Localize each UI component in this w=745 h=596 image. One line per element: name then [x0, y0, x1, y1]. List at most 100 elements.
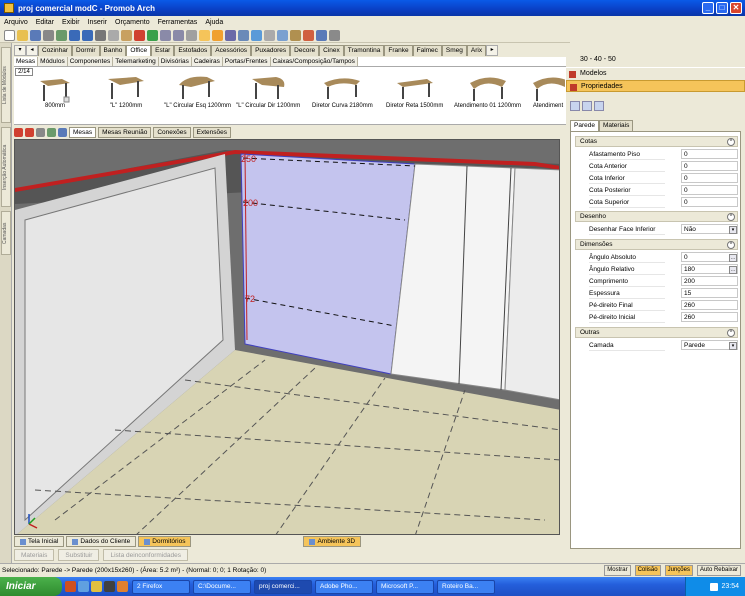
view-icon[interactable]: [238, 29, 249, 41]
tab-dormitorios[interactable]: Dormitórios: [138, 536, 192, 547]
table-icon[interactable]: [160, 29, 171, 41]
catalog-item[interactable]: Diretor Reta 1500mm: [386, 73, 443, 109]
colisao-toggle[interactable]: Colisão: [634, 565, 661, 576]
tab-estofados[interactable]: Estofados: [174, 45, 212, 56]
firefox-quicklaunch-icon[interactable]: [65, 581, 76, 592]
catalog-pager[interactable]: 2/14: [15, 68, 33, 76]
chevron-down-icon[interactable]: ▾: [729, 342, 737, 350]
catalog-item[interactable]: Atendiment: [530, 73, 566, 109]
tab-banho[interactable]: Banho: [99, 45, 127, 56]
taskbar-item-roteiro[interactable]: Roteiro Ba...: [437, 579, 495, 594]
catalog-item[interactable]: Atendimento 01 1200mm: [454, 73, 521, 109]
taskbar-item-powerpoint[interactable]: Microsoft P...: [376, 579, 434, 594]
render-icon[interactable]: [56, 29, 67, 41]
tab-tela-inicial[interactable]: Tela Inicial: [14, 536, 65, 547]
tab-camadas[interactable]: Camadas: [1, 211, 11, 255]
undo-icon[interactable]: [69, 29, 80, 41]
tab-lista-de-modulos[interactable]: Lista de Módulos: [1, 47, 11, 123]
grid-icon[interactable]: [173, 29, 184, 41]
close-button[interactable]: ✕: [730, 2, 742, 14]
tab-puxadores[interactable]: Puxadores: [251, 45, 291, 56]
start-button[interactable]: Iniciar: [0, 577, 62, 596]
subtab-componentes[interactable]: Componentes: [67, 57, 114, 66]
list-view-icon[interactable]: [582, 101, 592, 111]
materiais-button[interactable]: Materiais: [14, 549, 55, 561]
catalog-item[interactable]: Diretor Curva 2180mm: [312, 73, 373, 109]
catalog-item[interactable]: "L" 1200mm: [106, 73, 146, 109]
group-desenho[interactable]: Desenho ^: [575, 211, 738, 222]
tab-tramontina[interactable]: Tramontina: [343, 45, 385, 56]
collapse-icon[interactable]: ^: [727, 241, 735, 249]
light-icon[interactable]: [316, 29, 327, 41]
ie-quicklaunch-icon[interactable]: [78, 581, 89, 592]
subtab-modulos[interactable]: Módulos: [38, 57, 68, 66]
taskbar-item-explorer[interactable]: C:\Docume...: [193, 579, 251, 594]
ellipsis-icon[interactable]: …: [729, 266, 737, 274]
tab-mesas-reuniao[interactable]: Mesas Reunião: [98, 126, 152, 138]
group-dimensoes[interactable]: Dimensões ^: [575, 239, 738, 250]
tab-dormir[interactable]: Dormir: [72, 45, 100, 56]
tab-office[interactable]: Office: [126, 45, 152, 56]
maximize-button[interactable]: □: [716, 2, 728, 14]
settings-icon[interactable]: [329, 29, 340, 41]
tab-materiais[interactable]: Materiais: [598, 120, 634, 131]
new-file-icon[interactable]: [4, 29, 15, 41]
subtab-telemarketing[interactable]: Telemarketing: [113, 57, 159, 66]
catalog-item[interactable]: "L" Circular Esq 1200mm: [164, 73, 231, 109]
page-view-icon[interactable]: [594, 101, 604, 111]
propriedades-panel-button[interactable]: Propriedades: [566, 80, 745, 92]
group-cotas[interactable]: Cotas ^: [575, 136, 738, 147]
text-icon[interactable]: [212, 29, 223, 41]
taskbar-item-promob[interactable]: proj comerci...: [254, 579, 312, 594]
search-icon[interactable]: [58, 127, 67, 137]
save-icon[interactable]: [30, 29, 41, 41]
media-quicklaunch-icon[interactable]: [104, 581, 115, 592]
folder-quicklaunch-icon[interactable]: [91, 581, 102, 592]
collapse-icon[interactable]: ^: [727, 138, 735, 146]
orbit-icon[interactable]: [277, 29, 288, 41]
paste-icon[interactable]: [121, 29, 132, 41]
subtab-portas-frentes[interactable]: Portas/Frentes: [222, 57, 271, 66]
scroll-right-button[interactable]: ▸: [486, 45, 499, 56]
menu-editar[interactable]: Editar: [32, 19, 58, 26]
print-icon[interactable]: [43, 29, 54, 41]
chevron-down-icon[interactable]: ▾: [729, 226, 737, 234]
categorized-view-icon[interactable]: [570, 101, 580, 111]
tab-extensoes[interactable]: Extensões: [192, 126, 231, 138]
redo-icon[interactable]: [82, 29, 93, 41]
menu-exibir[interactable]: Exibir: [58, 19, 84, 26]
menu-inserir[interactable]: Inserir: [84, 19, 111, 26]
box-icon[interactable]: [290, 29, 301, 41]
delete-icon[interactable]: [134, 29, 145, 41]
tab-arix[interactable]: Arix: [466, 45, 487, 56]
subtab-mesas[interactable]: Mesas: [14, 57, 39, 66]
zoom-icon[interactable]: [264, 29, 275, 41]
refresh-catalog-icon[interactable]: [47, 127, 56, 137]
app-quicklaunch-icon[interactable]: [117, 581, 128, 592]
tab-smeg[interactable]: Smeg: [441, 45, 467, 56]
cut-icon[interactable]: [95, 29, 106, 41]
color-icon[interactable]: [14, 127, 23, 137]
wall-icon[interactable]: [186, 29, 197, 41]
tab-cozinhar[interactable]: Cozinhar: [38, 45, 73, 56]
menu-ferramentas[interactable]: Ferramentas: [154, 19, 202, 26]
menu-ajuda[interactable]: Ajuda: [201, 19, 227, 26]
measure-icon[interactable]: [225, 29, 236, 41]
group-outras[interactable]: Outras ^: [575, 327, 738, 338]
material-icon[interactable]: [25, 127, 34, 137]
lista-inconformidades-button[interactable]: Lista deinconformidades: [103, 549, 188, 561]
menu-arquivo[interactable]: Arquivo: [0, 19, 32, 26]
tab-estar[interactable]: Estar: [151, 45, 175, 56]
taskbar-item-firefox[interactable]: 2 Firefox: [132, 579, 190, 594]
tab-franke[interactable]: Franke: [384, 45, 413, 56]
minimize-button[interactable]: _: [702, 2, 714, 14]
volume-icon[interactable]: [710, 582, 719, 591]
3d-viewport[interactable]: 250 200 72: [14, 139, 560, 535]
subtab-cadeiras[interactable]: Cadeiras: [191, 57, 223, 66]
paint-icon[interactable]: [303, 29, 314, 41]
mostrar-button[interactable]: Mostrar: [604, 565, 631, 576]
filter-icon[interactable]: [36, 127, 45, 137]
camera-icon[interactable]: [251, 29, 262, 41]
camada-select[interactable]: Parede ▾: [681, 340, 738, 350]
tab-falmec[interactable]: Falmec: [412, 45, 442, 56]
